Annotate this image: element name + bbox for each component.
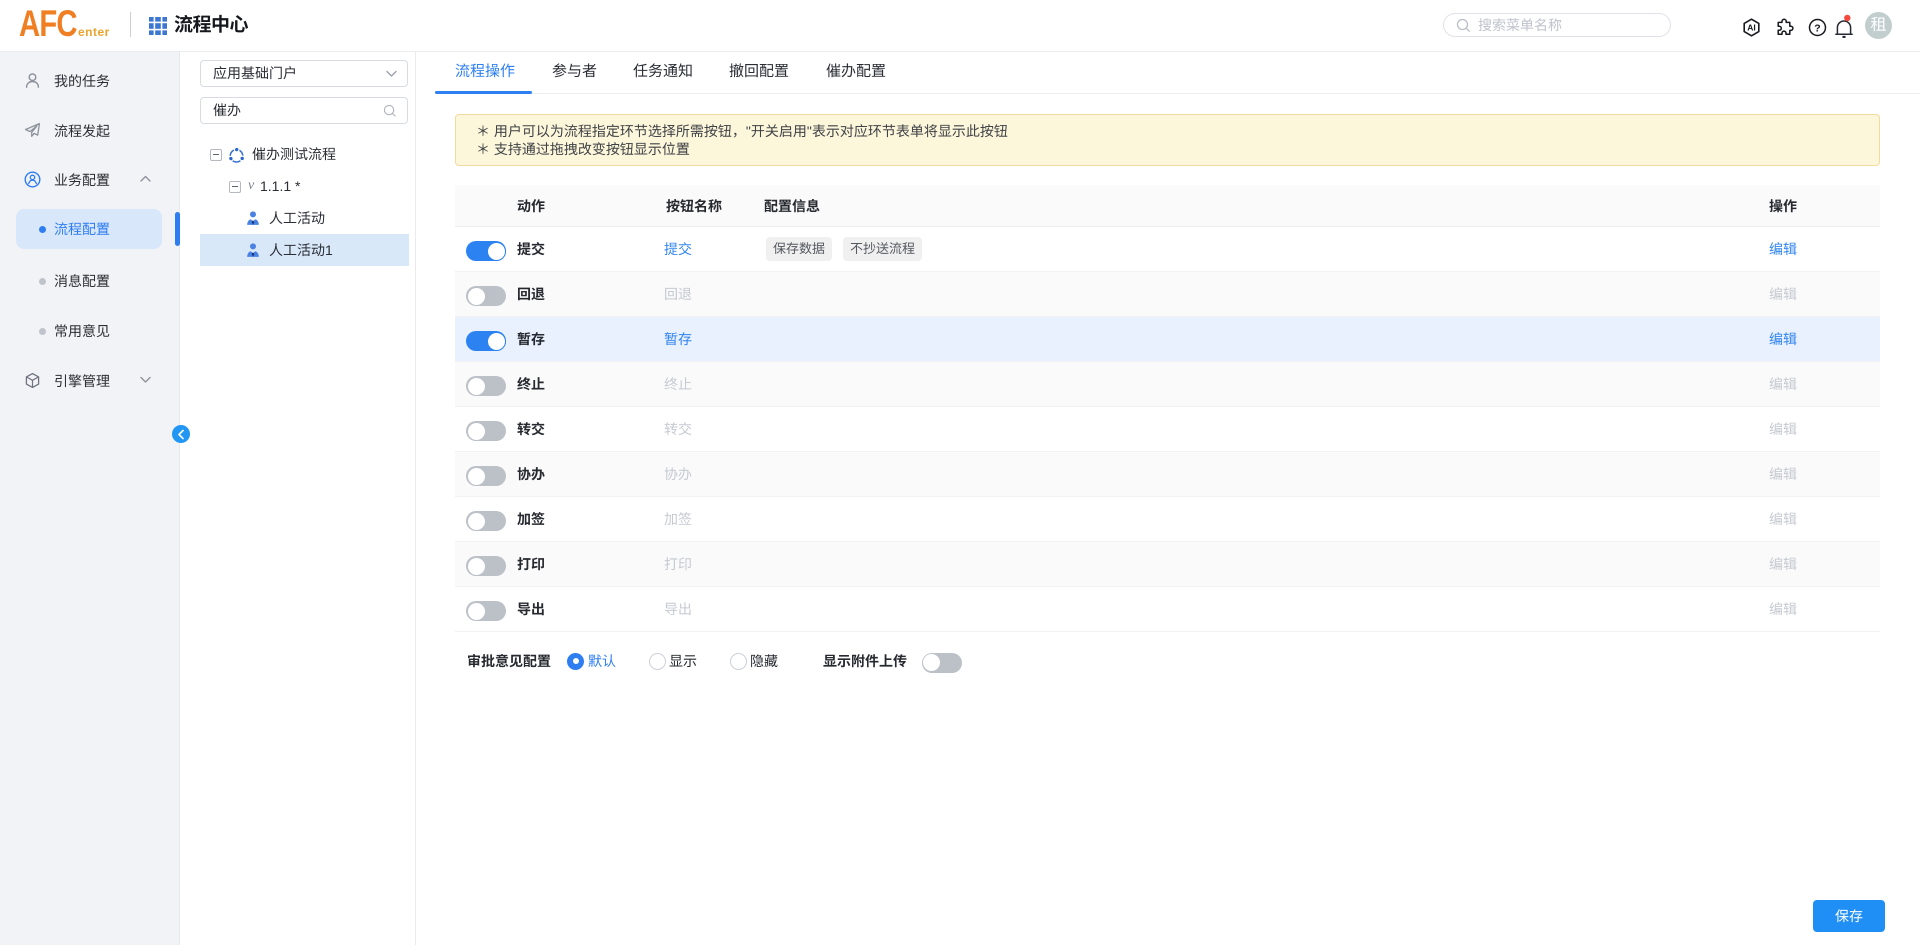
svg-text:AI: AI xyxy=(1747,23,1756,33)
svg-text:?: ? xyxy=(1814,23,1820,35)
